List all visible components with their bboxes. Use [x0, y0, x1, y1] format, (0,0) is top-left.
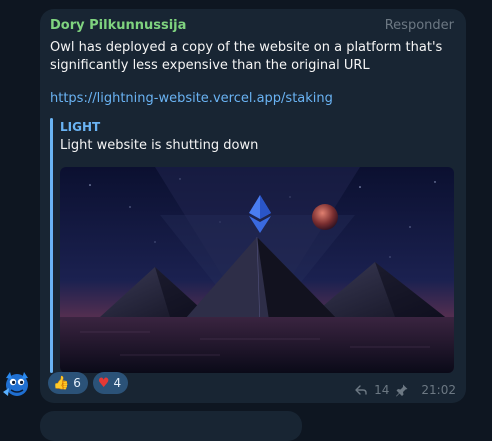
message-time: 21:02 [421, 383, 456, 397]
thumbs-up-icon: 👍 [53, 375, 70, 391]
reaction-heart[interactable]: ♥ 4 [92, 372, 129, 394]
message-link[interactable]: https://lightning-website.vercel.app/sta… [50, 91, 333, 106]
sender-avatar[interactable] [0, 366, 34, 400]
reaction-count: 6 [73, 376, 81, 390]
message-text: Owl has deployed a copy of the website o… [50, 40, 443, 73]
preview-accent-bar [50, 118, 53, 373]
reactions: 👍 6 ♥ 4 [48, 372, 129, 394]
message-meta: 14 21:02 [354, 383, 456, 397]
message-bubble[interactable]: Dory Pilkunnussija Responder Owl has dep… [40, 9, 466, 403]
heart-icon: ♥ [97, 375, 110, 391]
forward-icon [354, 383, 368, 397]
sender-name[interactable]: Dory Pilkunnussija [50, 18, 186, 33]
preview-description: Light website is shutting down [60, 138, 259, 153]
pin-icon[interactable] [395, 383, 409, 397]
preview-image[interactable] [60, 167, 454, 373]
preview-title: LIGHT [60, 120, 101, 134]
reaction-thumbs-up[interactable]: 👍 6 [48, 372, 88, 394]
pyramid-landscape-image [60, 167, 454, 373]
reaction-count: 4 [113, 376, 122, 390]
next-message-bubble[interactable] [40, 411, 302, 441]
link-preview[interactable]: LIGHT Light website is shutting down [50, 118, 454, 373]
reply-button[interactable]: Responder [385, 18, 454, 33]
blue-dragon-avatar-icon [3, 372, 28, 396]
forward-count: 14 [374, 383, 390, 397]
